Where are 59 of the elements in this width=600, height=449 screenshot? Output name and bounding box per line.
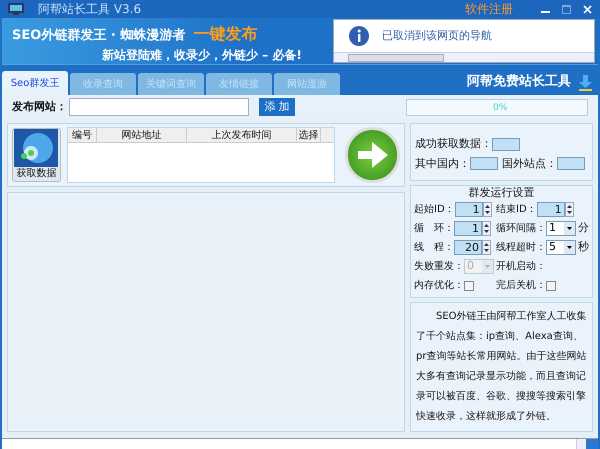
dropdown[interactable]: 5 <box>546 240 576 255</box>
stat-label: 国外站点： <box>502 156 557 172</box>
info-icon <box>348 25 370 47</box>
site-label: 发布网站： <box>12 98 67 115</box>
setting-label: 循 环： <box>414 222 454 236</box>
app-icon <box>8 3 24 15</box>
close-icon[interactable] <box>583 4 592 14</box>
checkbox[interactable] <box>464 280 474 290</box>
setting-label: 线程超时： <box>496 240 546 255</box>
site-input[interactable] <box>69 98 249 116</box>
dropdown[interactable]: 1 <box>546 221 576 236</box>
checkbox[interactable] <box>546 280 556 290</box>
stat-field <box>492 138 520 151</box>
horizontal-scrollbar[interactable] <box>334 52 594 62</box>
add-button[interactable]: 添 加 <box>259 98 295 116</box>
maximize-icon[interactable] <box>562 4 571 14</box>
progress-reading: 0% <box>493 102 508 114</box>
number-field[interactable]: 1 <box>454 221 482 236</box>
caret-icon <box>564 222 575 235</box>
setting-label: 结束ID： <box>496 202 537 217</box>
settings-title: 群发运行设置 <box>468 186 534 200</box>
vertical-scrollbar[interactable] <box>576 439 586 449</box>
brand-label: 阿帮免费站长工具 <box>467 72 571 90</box>
setting-label: 循环间隔： <box>496 222 546 236</box>
column-header[interactable]: 编号 <box>68 128 97 142</box>
stat-field <box>470 157 498 170</box>
unit-label: 秒 <box>578 239 589 256</box>
resize-grip-icon[interactable] <box>586 439 598 449</box>
banner-highlight: 一键发布 <box>193 23 258 45</box>
setting-label: 失败重发： <box>414 260 464 274</box>
setting-label: 线 程： <box>414 240 454 255</box>
setting-label: 完后关机： <box>496 278 546 293</box>
column-header[interactable]: 选择 <box>296 128 321 142</box>
banner-slogan: 新站登陆难，收录少，外链少 – 必备! <box>102 47 303 64</box>
unit-label: 分 <box>578 220 589 236</box>
banner-headline: SEO外链群发王 · 蜘蛛漫游者 <box>12 27 186 45</box>
download-icon[interactable] <box>579 75 592 91</box>
number-field[interactable]: 1 <box>454 202 483 217</box>
window-title: 阿帮站长工具 V3.6 <box>38 1 142 18</box>
browser-message: 已取消到该网页的导航 <box>382 28 492 44</box>
number-field[interactable]: 1 <box>536 202 565 217</box>
column-header[interactable]: 上次发布时间 <box>186 128 297 142</box>
caret-icon <box>564 241 575 254</box>
stat-field <box>557 157 585 170</box>
spinner-arrows-icon[interactable] <box>482 221 491 236</box>
number-field[interactable]: 20 <box>454 240 482 255</box>
arrow-right-icon <box>358 142 388 168</box>
stat-label: 其中国内： <box>415 156 470 172</box>
tab[interactable]: Seo群发王 <box>2 71 68 95</box>
setting-label: 起始ID： <box>414 202 455 217</box>
spinner-arrows-icon[interactable] <box>482 240 491 255</box>
setting-label: 开机启动： <box>496 260 546 274</box>
setting-label: 内存优化： <box>414 278 464 293</box>
caret-icon <box>482 260 493 273</box>
fetch-data-button[interactable]: 获取数据 <box>12 128 61 182</box>
stat-label: 成功获取数据： <box>415 136 492 152</box>
column-header[interactable]: 网站地址 <box>96 128 187 142</box>
description-text: SEO外链王由阿帮工作室人工收集了千个站点集：ip查询、Alexa查询、pr查询等站长常用网站。由于这些网站大多有查询记录显示功能，而且查询记录可以被百度、谷歌、搜搜等搜索引擎快速收录，这样就形成了外链。 <box>416 310 587 424</box>
go-button[interactable] <box>345 127 400 183</box>
